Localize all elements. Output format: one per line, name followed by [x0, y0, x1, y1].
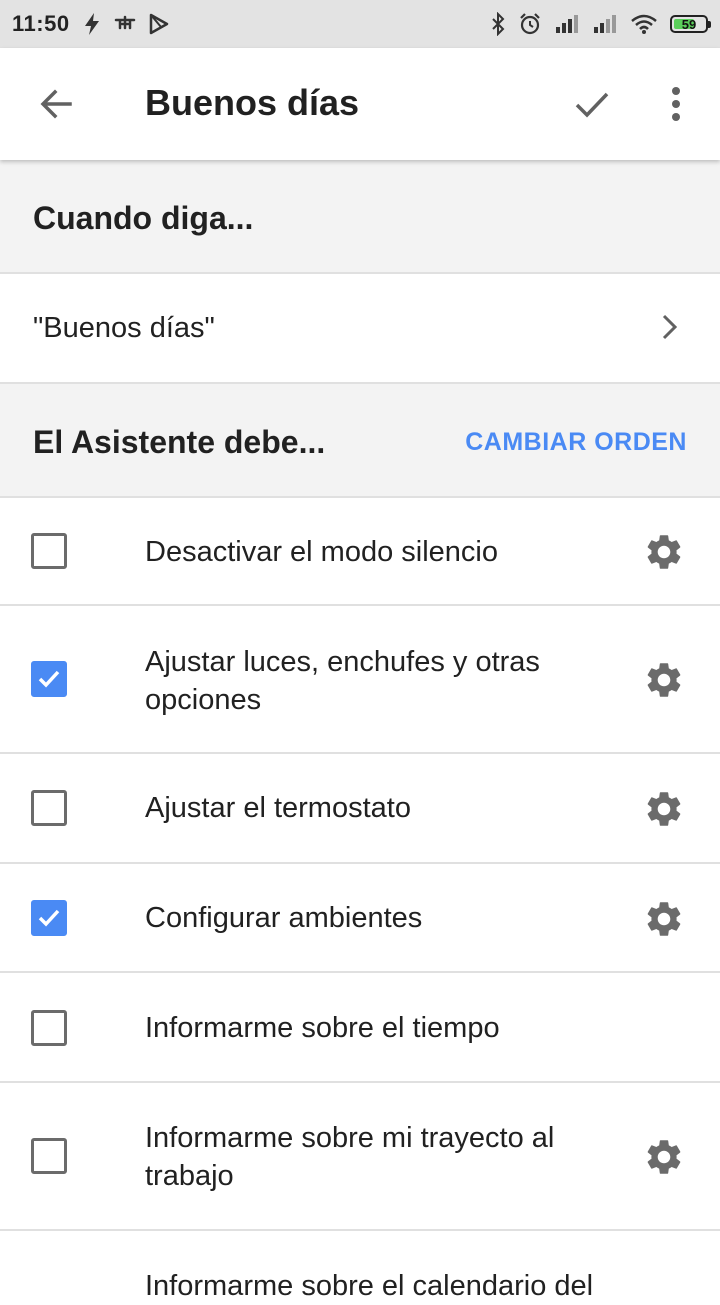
- save-button[interactable]: [564, 76, 620, 132]
- wifi-icon: [630, 13, 658, 35]
- battery-level: 59: [681, 16, 697, 32]
- task-label: Informarme sobre el calendario del: [145, 1270, 594, 1302]
- chevron-right-icon: [660, 312, 680, 347]
- task-list: Desactivar el modo silencio Ajustar luce…: [0, 498, 720, 1302]
- signal-icon-2: [592, 14, 618, 34]
- task-checkbox[interactable]: [31, 790, 67, 826]
- task-label: Configurar ambientes: [145, 902, 423, 934]
- task-label: Informarme sobre mi trayecto al trabajo: [145, 1122, 555, 1192]
- task-checkbox[interactable]: [31, 533, 67, 569]
- task-label: Ajustar el termostato: [145, 792, 411, 824]
- task-checkbox[interactable]: [31, 1010, 67, 1046]
- trigger-phrase: "Buenos días": [33, 312, 215, 344]
- page-title: Buenos días: [145, 82, 360, 123]
- status-left: 11:50: [12, 11, 170, 37]
- task-checkbox-checked[interactable]: [31, 900, 67, 936]
- network-notification-icon: [114, 14, 136, 34]
- gear-icon[interactable]: [642, 1135, 686, 1179]
- change-order-button[interactable]: CAMBIAR ORDEN: [465, 428, 687, 457]
- status-right: 59: [490, 12, 711, 36]
- checkmark-icon: [38, 909, 60, 927]
- checkmark-icon: [38, 670, 60, 688]
- task-row[interactable]: Configurar ambientes: [0, 864, 720, 973]
- task-row[interactable]: Informarme sobre mi trayecto al trabajo: [0, 1083, 720, 1231]
- gear-icon[interactable]: [642, 530, 686, 574]
- task-row[interactable]: Ajustar el termostato: [0, 754, 720, 864]
- more-options-button[interactable]: [652, 76, 700, 132]
- more-vert-icon: [672, 87, 680, 121]
- bluetooth-icon: [490, 12, 506, 36]
- alarm-icon: [518, 12, 542, 36]
- app-bar: Buenos días: [0, 48, 720, 160]
- gear-icon[interactable]: [642, 897, 686, 941]
- gear-icon[interactable]: [642, 787, 686, 831]
- check-icon: [575, 92, 609, 118]
- signal-icon: [554, 14, 580, 34]
- task-row[interactable]: Ajustar luces, enchufes y otras opciones: [0, 606, 720, 754]
- task-label: Informarme sobre el tiempo: [145, 1012, 500, 1044]
- task-row[interactable]: Informarme sobre el tiempo: [0, 973, 720, 1083]
- flash-icon: [82, 12, 102, 36]
- battery-icon: 59: [670, 15, 711, 33]
- trigger-section-title: Cuando diga...: [33, 200, 254, 236]
- actions-section-header: El Asistente debe... CAMBIAR ORDEN: [0, 382, 720, 498]
- task-row[interactable]: Desactivar el modo silencio: [0, 498, 720, 606]
- actions-section-title: El Asistente debe...: [33, 424, 326, 460]
- trigger-phrase-row[interactable]: "Buenos días": [0, 274, 720, 382]
- trigger-section-header: Cuando diga...: [0, 160, 720, 274]
- status-time: 11:50: [12, 11, 70, 36]
- play-store-icon: [148, 13, 170, 35]
- task-checkbox[interactable]: [31, 1138, 67, 1174]
- task-row[interactable]: Informarme sobre el calendario del: [0, 1231, 720, 1302]
- gear-icon[interactable]: [642, 658, 686, 702]
- task-checkbox-checked[interactable]: [31, 661, 67, 697]
- task-label: Ajustar luces, enchufes y otras opciones: [145, 646, 540, 716]
- status-bar: 11:50 59: [0, 0, 720, 48]
- back-button[interactable]: [28, 76, 84, 132]
- task-label: Desactivar el modo silencio: [145, 536, 498, 568]
- back-arrow-icon: [40, 89, 72, 119]
